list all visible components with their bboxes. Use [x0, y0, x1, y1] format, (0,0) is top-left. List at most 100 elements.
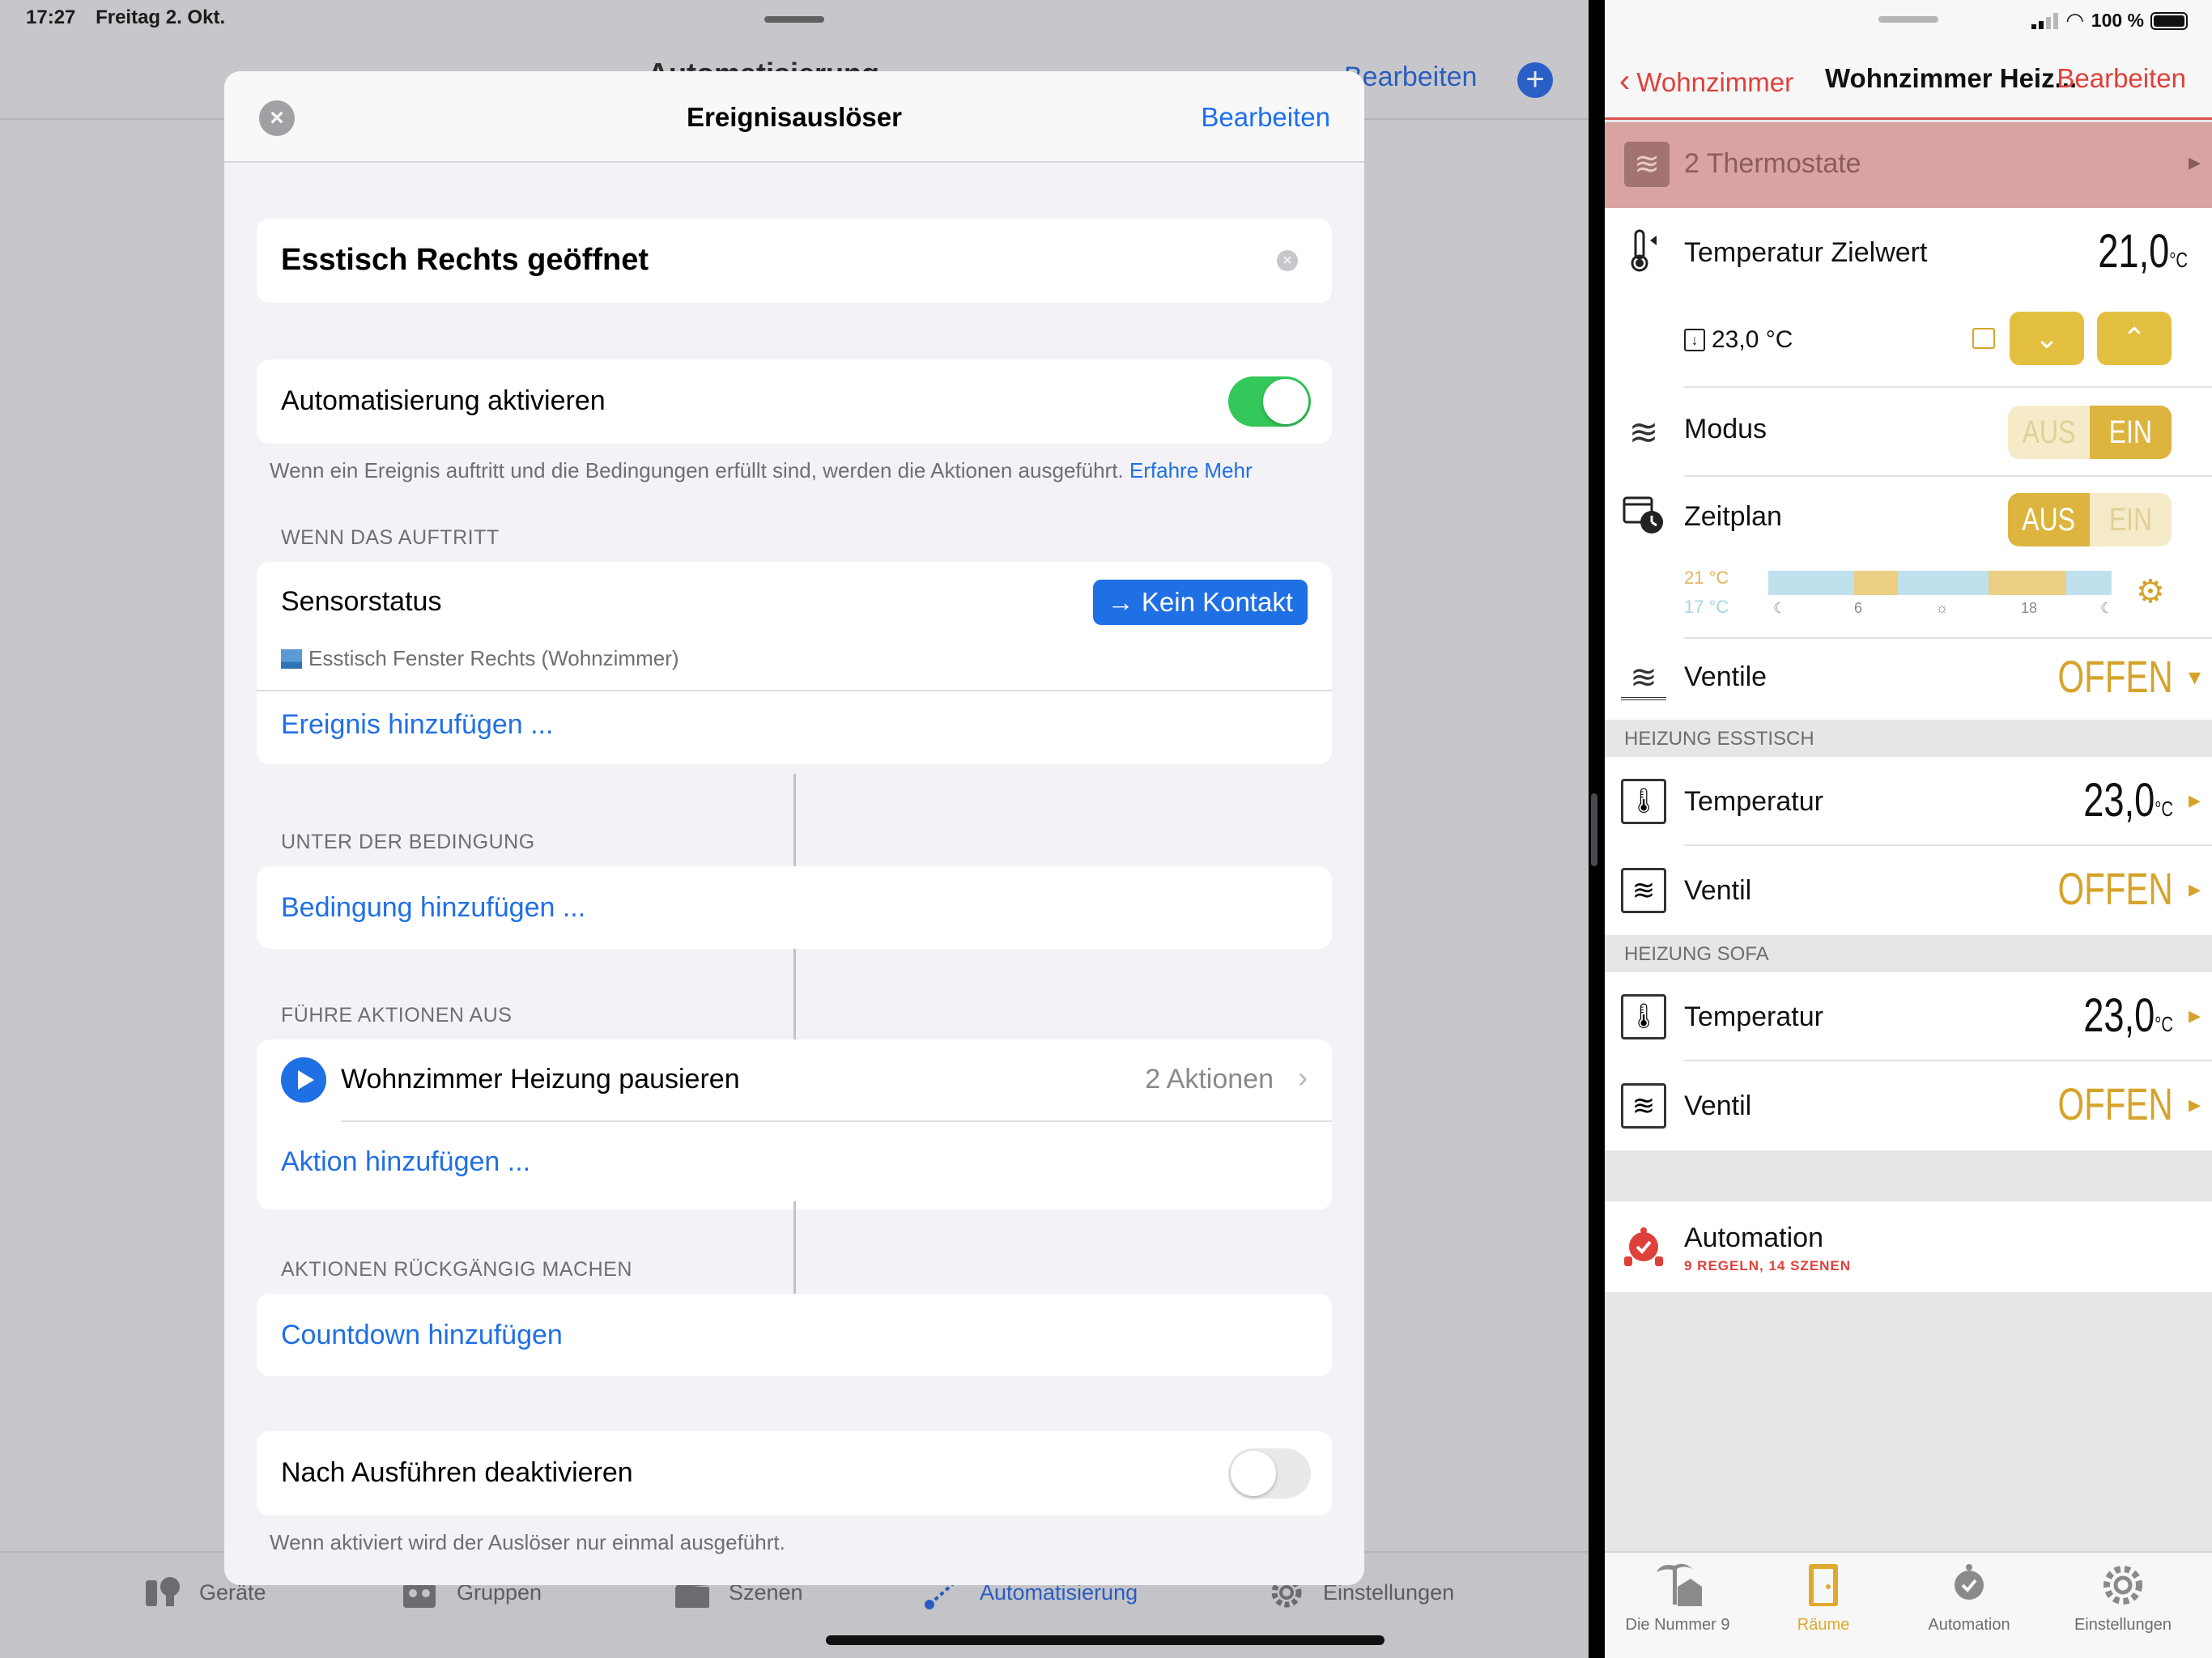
enable-note: Wenn ein Ereignis auftritt und die Bedin…: [270, 458, 1253, 483]
heat-waves-icon: ≋: [1628, 413, 1659, 453]
mode-segmented-control[interactable]: AUS EIN: [2008, 406, 2172, 459]
schedule-timeline-bar: [1768, 571, 2112, 595]
enable-automation-toggle[interactable]: [1228, 376, 1311, 427]
esstisch-temperature-label: Temperatur: [1684, 786, 1823, 817]
deactivate-after-run-row: Nach Ausführen deaktivieren: [257, 1431, 1332, 1516]
sofa-valve-row[interactable]: ≋ Ventil OFFEN ▸: [1605, 1061, 2212, 1150]
tab-automation[interactable]: Automation: [1896, 1561, 2042, 1635]
schedule-settings-gear-icon[interactable]: ⚙: [2136, 576, 2165, 608]
current-temp-row: ↓ 23,0 °C: [1684, 326, 1793, 354]
tab-raeume[interactable]: Räume: [1750, 1561, 1896, 1635]
sofa-temperature-number: 23,0: [2083, 989, 2155, 1042]
sofa-temperature-label: Temperatur: [1684, 1001, 1823, 1032]
deactivate-label: Nach Ausführen deaktivieren: [281, 1457, 633, 1488]
automation-subtitle: 9 REGELN, 14 SZENEN: [1684, 1258, 1852, 1273]
sensor-device-row: Esstisch Fenster Rechts (Wohnzimmer): [281, 646, 679, 671]
clear-text-icon[interactable]: ×: [1277, 250, 1298, 271]
schedule-segmented-control[interactable]: AUS EIN: [2008, 493, 2172, 546]
esstisch-valve-row[interactable]: ≋ Ventil OFFEN ▸: [1605, 846, 2212, 935]
tab-label: Die Nummer 9: [1625, 1616, 1730, 1634]
chevron-left-icon: ‹: [1619, 63, 1631, 99]
target-temperature-label: Temperatur Zielwert: [1684, 237, 1928, 268]
wifi-icon: ◠: [2066, 8, 2083, 32]
sheet-edit-button[interactable]: Bearbeiten: [1201, 102, 1330, 133]
automation-name-value[interactable]: Esstisch Rechts geöffnet: [281, 243, 649, 278]
tab-label: Automation: [1928, 1616, 2010, 1634]
schedule-tick: 18: [2021, 600, 2038, 616]
schedule-block: [1854, 571, 1898, 595]
sofa-temperature-value: 23,0°C: [2083, 988, 2173, 1043]
enable-automation-row: Automatisierung aktivieren: [257, 359, 1332, 444]
add-countdown-button[interactable]: Countdown hinzufügen: [281, 1320, 563, 1351]
section-header-esstisch: HEIZUNG ESSTISCH: [1605, 720, 2212, 757]
esstisch-temperature-value: 23,0°C: [2083, 773, 2173, 827]
temperature-up-button[interactable]: ⌃: [2097, 312, 2172, 365]
status-bar-right: ◠ 100 %: [2031, 8, 2188, 33]
house-palm-icon: [1657, 1563, 1702, 1606]
sofa-valve-value: OFFEN: [2057, 1078, 2173, 1129]
automation-robot-icon: [1624, 1227, 1663, 1266]
automation-name-field[interactable]: Esstisch Rechts geöffnet ×: [257, 219, 1332, 303]
undo-section-header: AKTIONEN RÜCKGÄNGIG MACHEN: [281, 1258, 632, 1281]
thermometer-box-icon: 🌡: [1621, 994, 1666, 1039]
multitasking-grabber[interactable]: [764, 16, 824, 23]
valve-box-icon: ≋: [1621, 1083, 1666, 1129]
automation-row[interactable]: Automation 9 REGELN, 14 SZENEN: [1605, 1201, 2212, 1292]
add-action-button[interactable]: Aktion hinzufügen ...: [281, 1146, 530, 1178]
split-view-divider-handle[interactable]: [1591, 793, 1597, 866]
sofa-temperature-row[interactable]: 🌡 Temperatur 23,0°C ▸: [1605, 972, 2212, 1061]
automation-robot-icon: [1955, 1564, 1984, 1600]
sun-icon: ☼: [1935, 600, 1949, 616]
actions-section-header: FÜHRE AKTIONEN AUS: [281, 1004, 513, 1027]
back-button[interactable]: ‹ Wohnzimmer: [1619, 63, 1793, 100]
mode-label: Modus: [1684, 414, 1767, 444]
target-temperature-value: 21,0°C: [2098, 224, 2188, 278]
bulb-plug-icon: [146, 1577, 180, 1606]
door-icon: [1809, 1564, 1838, 1606]
esstisch-valve-value: OFFEN: [2057, 863, 2173, 914]
sheet-title: Ereignisauslöser: [687, 102, 902, 132]
schedule-tick: 6: [1854, 600, 1863, 616]
home-indicator: [826, 1635, 1385, 1645]
learn-more-link[interactable]: Erfahre Mehr: [1129, 458, 1253, 483]
deactivate-toggle[interactable]: [1228, 1448, 1311, 1499]
enable-automation-label: Automatisierung aktivieren: [281, 385, 606, 416]
tab-die-nummer-9[interactable]: Die Nummer 9: [1605, 1561, 1750, 1635]
tab-einstellungen-right[interactable]: Einstellungen: [2050, 1561, 2196, 1635]
schedule-block: [1989, 571, 2066, 595]
divider: [341, 1120, 1332, 1122]
add-condition-button[interactable]: Bedingung hinzufügen ...: [281, 892, 585, 924]
add-event-button[interactable]: Ereignis hinzufügen ...: [281, 709, 553, 741]
right-tabbar: Die Nummer 9 Räume Automation Einstellun…: [1605, 1551, 2212, 1658]
multitasking-grabber[interactable]: [1878, 16, 1938, 23]
thermostat-group-label: 2 Thermostate: [1684, 148, 1861, 179]
dropdown-triangle-icon[interactable]: ▾: [2189, 663, 2201, 691]
gear-icon: [2104, 1566, 2142, 1605]
thermostat-group-row[interactable]: ≋ 2 Thermostate ▸: [1605, 122, 2212, 208]
chevron-right-icon: ▸: [2188, 876, 2201, 903]
temperature-down-button[interactable]: ⌄: [2010, 312, 2084, 365]
unit: °C: [2155, 797, 2173, 821]
chevron-right-icon: ▸: [2188, 1002, 2201, 1029]
when-section-header: WENN DAS AUFTRITT: [281, 526, 500, 549]
schedule-option-ein[interactable]: EIN: [2098, 493, 2163, 546]
thermometer-target-icon: [1631, 229, 1657, 272]
sheet-header: × Ereignisauslöser Bearbeiten: [224, 71, 1364, 163]
schedule-option-aus[interactable]: AUS: [2008, 493, 2090, 546]
mode-option-ein[interactable]: EIN: [2090, 406, 2172, 459]
mode-row: ≋ Modus AUS EIN: [1605, 388, 2212, 477]
mode-option-aus[interactable]: AUS: [2016, 406, 2082, 459]
battery-icon: [2150, 11, 2188, 30]
scene-row-label[interactable]: Wohnzimmer Heizung pausieren: [341, 1064, 740, 1095]
esstisch-temperature-row[interactable]: 🌡 Temperatur 23,0°C ▸: [1605, 757, 2212, 846]
target-temperature-row: Temperatur Zielwert 21,0°C ↓ 23,0 °C ⌄ ⌃: [1605, 208, 2212, 388]
add-automation-button[interactable]: +: [1517, 62, 1553, 98]
sensor-state-button[interactable]: → Kein Kontakt: [1092, 580, 1308, 625]
esstisch-temperature-number: 23,0: [2083, 774, 2155, 827]
valves-value[interactable]: OFFEN: [2058, 650, 2173, 703]
right-edit-button[interactable]: Bearbeiten: [2057, 63, 2186, 94]
tab-label: Räume: [1797, 1616, 1850, 1634]
unit: °C: [2169, 248, 2188, 272]
window-sensor-icon: [281, 648, 302, 669]
moon-icon: ☾: [1773, 600, 1787, 616]
